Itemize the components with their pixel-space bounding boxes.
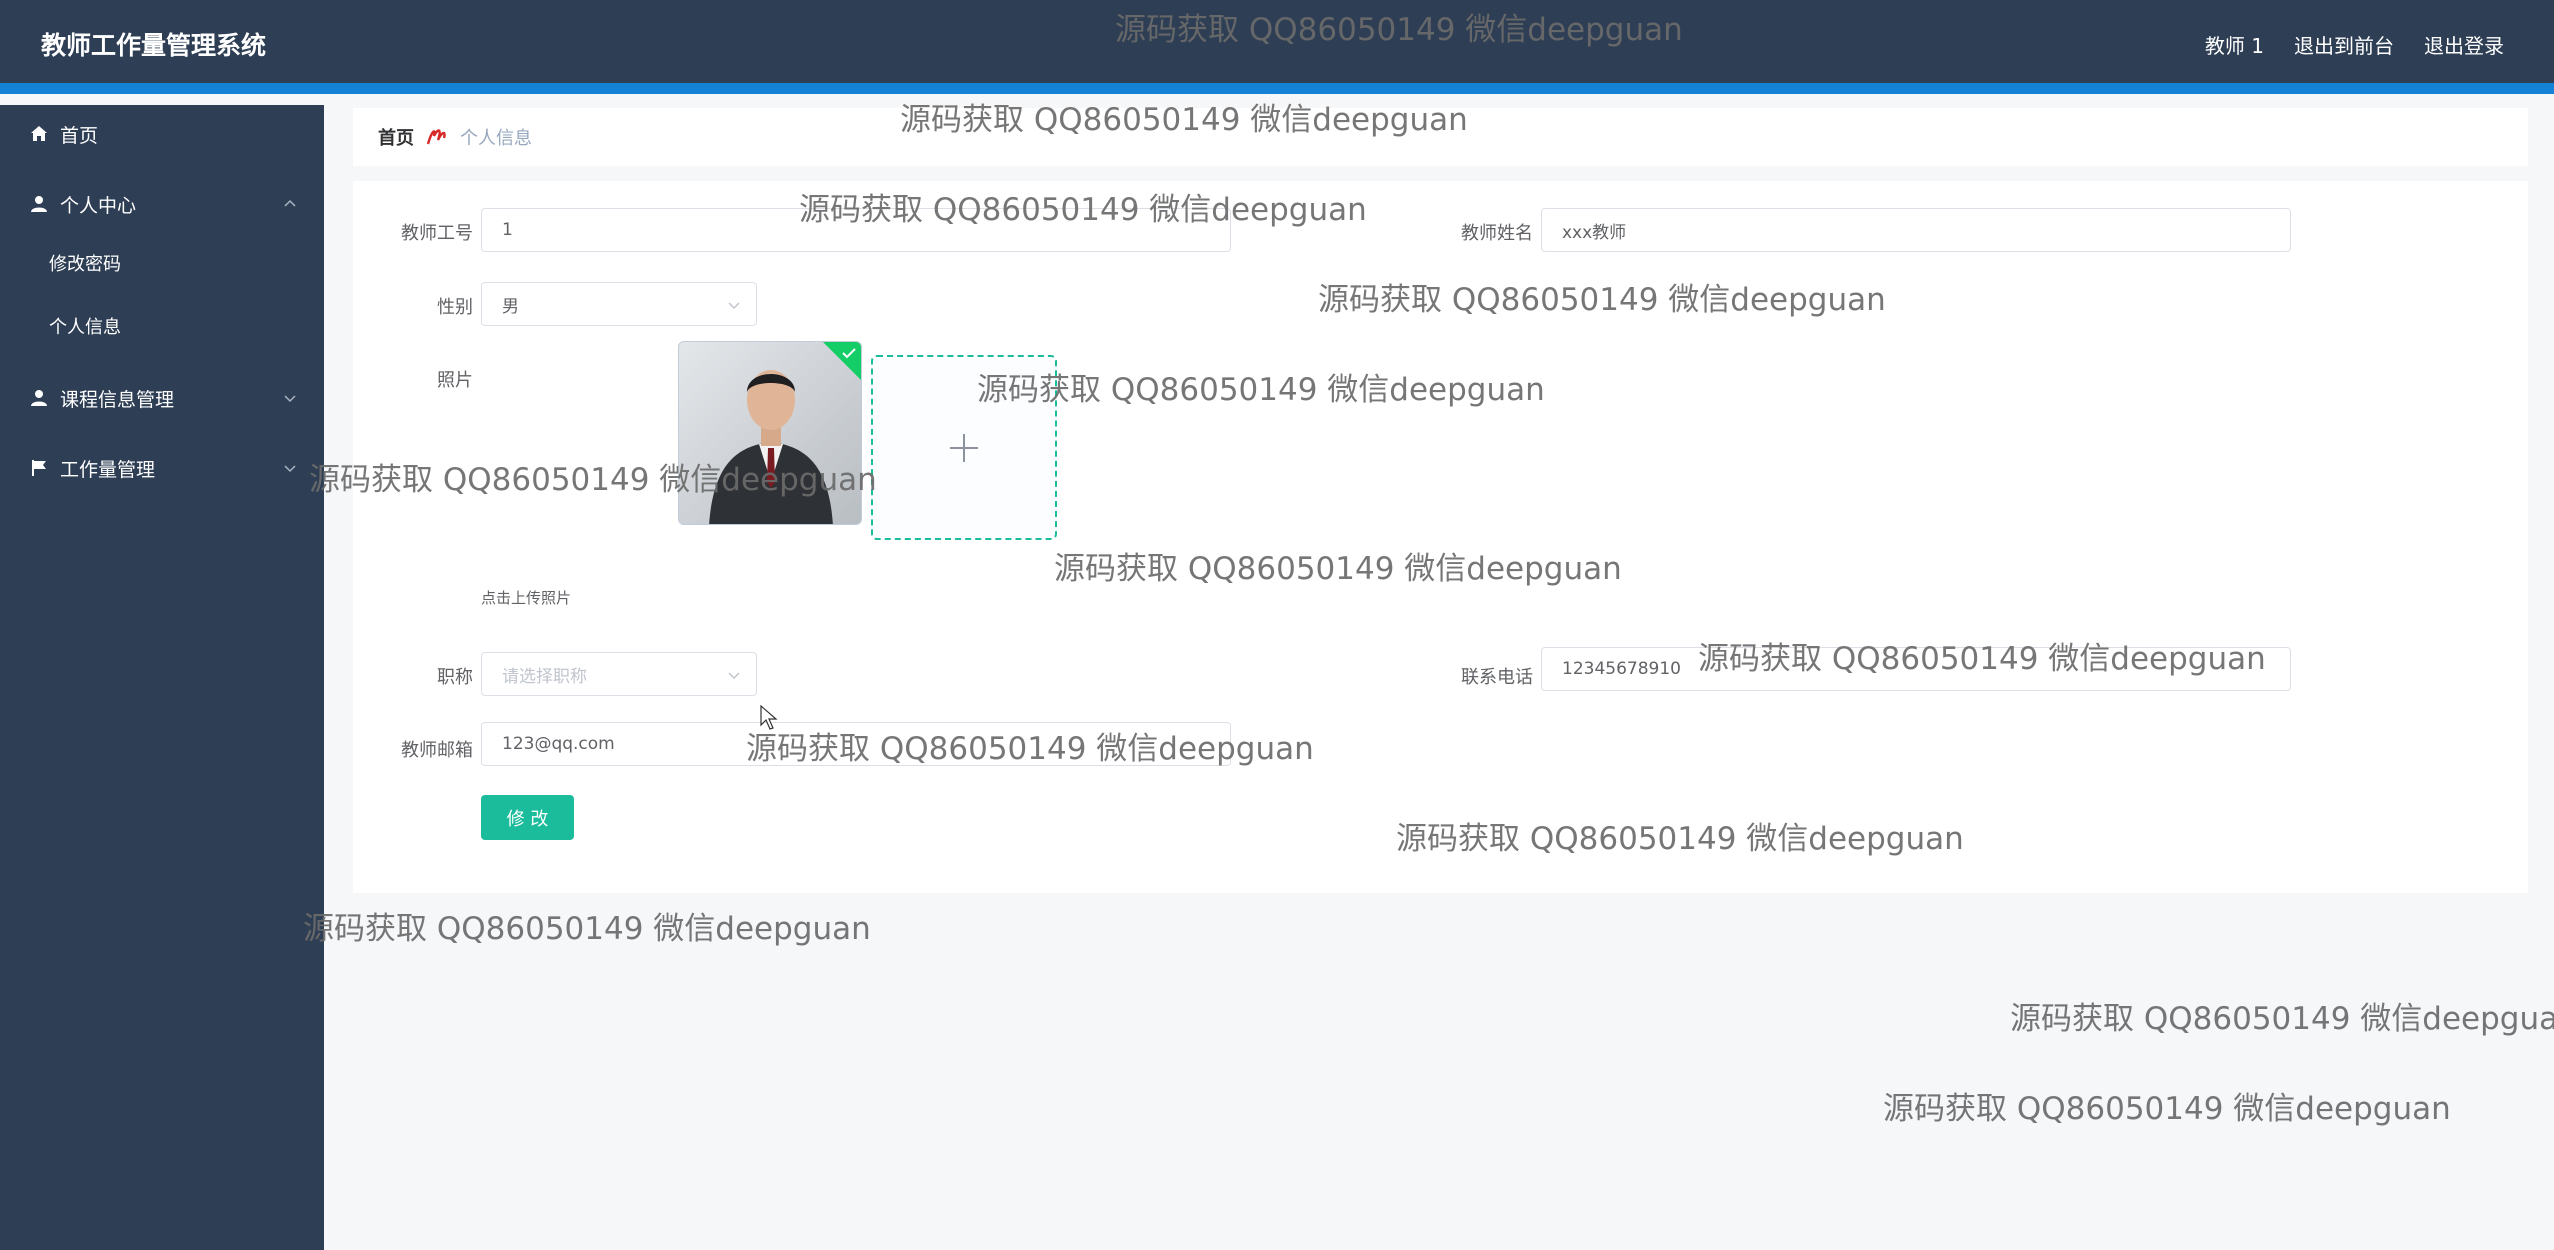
flag-icon: [29, 458, 49, 478]
sidebar-subitem-label: 个人信息: [49, 317, 121, 338]
photo-label: 照片: [437, 370, 473, 391]
exit-to-front-link[interactable]: 退出到前台: [2294, 30, 2394, 59]
watermark-text: 源码获取 QQ86050149 微信deepguan: [799, 192, 1367, 228]
chevron-down-icon: [728, 302, 740, 310]
watermark-text: 源码获取 QQ86050149 微信deepguan: [900, 102, 1468, 138]
header-actions: 教师 1 退出到前台 退出登录: [2205, 30, 2504, 59]
sidebar-item-home[interactable]: 首页: [0, 109, 324, 159]
home-icon: [29, 124, 49, 144]
breadcrumb-current: 个人信息: [460, 128, 532, 149]
phone-label: 联系电话: [1461, 667, 1533, 688]
watermark-text: 源码获取 QQ86050149 微信deepguan: [977, 372, 1545, 408]
logout-link[interactable]: 退出登录: [2424, 30, 2504, 59]
user-icon: [29, 194, 49, 214]
watermark-text: 源码获取 QQ86050149 微信deepguan: [309, 462, 877, 498]
sidebar: 首页 个人中心 修改密码 个人信息 课程信息管理 工作量管理: [0, 105, 324, 1250]
gender-label: 性别: [437, 297, 473, 318]
watermark-text: 源码获取 QQ86050149 微信deepguan: [1054, 551, 1622, 587]
watermark-text: 源码获取 QQ86050149 微信deepguan: [2010, 1001, 2554, 1037]
submit-button[interactable]: 修 改: [481, 795, 574, 840]
watermark-text: 源码获取 QQ86050149 微信deepguan: [303, 911, 871, 947]
watermark-text: 源码获取 QQ86050149 微信deepguan: [1115, 12, 1683, 48]
sidebar-item-label: 首页: [60, 124, 99, 147]
watermark-text: 源码获取 QQ86050149 微信deepguan: [746, 731, 1314, 767]
sidebar-item-personal-center[interactable]: 个人中心: [0, 179, 324, 229]
sidebar-item-change-password[interactable]: 修改密码: [0, 240, 324, 286]
chevron-up-icon: [284, 199, 296, 207]
sidebar-item-personal-info[interactable]: 个人信息: [0, 303, 324, 349]
chevron-down-icon: [284, 465, 296, 473]
sidebar-item-label: 个人中心: [60, 194, 137, 217]
watermark-text: 源码获取 QQ86050149 微信deepguan: [1883, 1091, 2451, 1127]
chevron-down-icon: [728, 672, 740, 680]
breadcrumb-home[interactable]: 首页: [378, 124, 414, 150]
gender-select[interactable]: 男: [481, 282, 757, 326]
current-user-label[interactable]: 教师 1: [2205, 30, 2264, 59]
user-icon: [29, 388, 49, 408]
email-label: 教师邮箱: [401, 740, 473, 761]
teacher-name-input[interactable]: xxx教师: [1541, 208, 2291, 252]
teacher-name-label: 教师姓名: [1461, 223, 1533, 244]
check-icon: [842, 348, 856, 359]
teacher-id-label: 教师工号: [401, 223, 473, 244]
title-select-placeholder: 请选择职称: [502, 666, 587, 687]
breadcrumb-separator-icon: [424, 126, 450, 148]
title-label: 职称: [437, 667, 473, 688]
upload-tip: 点击上传照片: [481, 589, 572, 607]
gender-selected-value: 男: [502, 296, 519, 317]
sidebar-item-course-management[interactable]: 课程信息管理: [0, 373, 324, 423]
watermark-text: 源码获取 QQ86050149 微信deepguan: [1698, 641, 2266, 677]
sidebar-item-label: 工作量管理: [60, 458, 156, 481]
chevron-down-icon: [284, 395, 296, 403]
sidebar-subitem-label: 修改密码: [49, 254, 121, 275]
app-title: 教师工作量管理系统: [41, 31, 267, 60]
sidebar-item-workload-management[interactable]: 工作量管理: [0, 443, 324, 493]
title-select[interactable]: 请选择职称: [481, 652, 757, 696]
sidebar-item-label: 课程信息管理: [60, 388, 175, 411]
plus-icon: [950, 433, 978, 462]
watermark-text: 源码获取 QQ86050149 微信deepguan: [1318, 282, 1886, 318]
watermark-text: 源码获取 QQ86050149 微信deepguan: [1396, 821, 1964, 857]
